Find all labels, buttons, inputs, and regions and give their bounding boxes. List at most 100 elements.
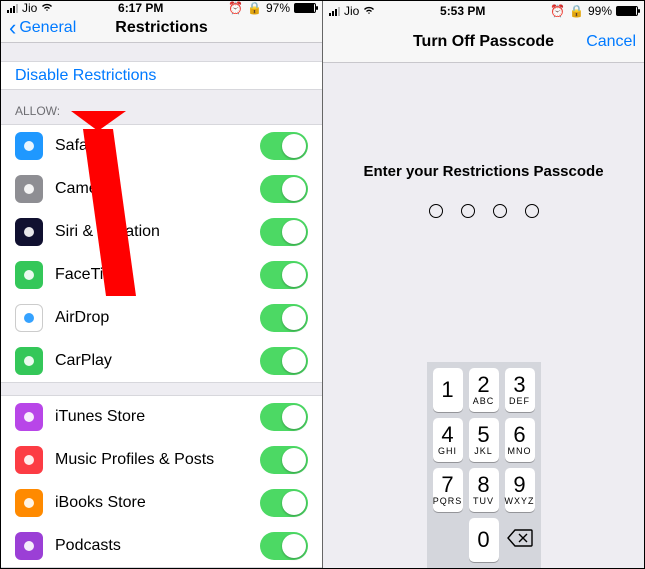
- key-number: 4: [441, 424, 453, 446]
- app-icon: [15, 175, 43, 203]
- app-label: Siri & Dictation: [55, 223, 160, 241]
- status-time: 6:17 PM: [53, 1, 228, 15]
- toggle-switch[interactable]: [260, 175, 308, 203]
- backspace-icon: [507, 529, 533, 551]
- key-letters: TUV: [473, 497, 494, 506]
- left-phone: Jio 6:17 PM ⏰ 🔒 97% ‹ General Restrictio…: [1, 1, 322, 568]
- nav-bar: ‹ General Restrictions: [1, 15, 322, 43]
- toggle-switch[interactable]: [260, 489, 308, 517]
- keypad-blank: [433, 518, 463, 562]
- keypad-key-5[interactable]: 5JKL: [469, 418, 499, 462]
- keypad-key-6[interactable]: 6MNO: [505, 418, 535, 462]
- carrier-label: Jio: [22, 1, 37, 15]
- passcode-area: Enter your Restrictions Passcode 12ABC3D…: [323, 63, 644, 568]
- status-bar: Jio 6:17 PM ⏰ 🔒 97%: [1, 1, 322, 15]
- battery-percent: 97%: [266, 1, 290, 15]
- key-number: 9: [513, 474, 525, 496]
- key-letters: JKL: [474, 447, 493, 456]
- keypad-key-4[interactable]: 4GHI: [433, 418, 463, 462]
- wifi-icon: [41, 2, 53, 15]
- passcode-dot: [525, 204, 539, 218]
- app-icon: [15, 261, 43, 289]
- app-icon: [15, 403, 43, 431]
- toggle-switch[interactable]: [260, 403, 308, 431]
- key-letters: WXYZ: [505, 497, 535, 506]
- list-item: iBooks Store: [1, 481, 322, 525]
- list-item: Siri & Dictation: [1, 210, 322, 254]
- allow-header: ALLOW:: [1, 90, 322, 124]
- key-number: 3: [513, 374, 525, 396]
- signal-icon: [7, 4, 18, 13]
- passcode-dot: [461, 204, 475, 218]
- signal-icon: [329, 7, 340, 16]
- allow-list: Safari Camera Siri & Dictation FaceTime AirD…: [1, 124, 322, 383]
- key-number: 6: [513, 424, 525, 446]
- key-letters: MNO: [508, 447, 532, 456]
- keypad-key-9[interactable]: 9WXYZ: [505, 468, 535, 512]
- orientation-lock-icon: 🔒: [569, 4, 584, 18]
- toggle-switch[interactable]: [260, 132, 308, 160]
- keypad-key-7[interactable]: 7PQRS: [433, 468, 463, 512]
- alarm-icon: ⏰: [228, 1, 243, 15]
- nav-bar: Turn Off Passcode Cancel: [323, 21, 644, 63]
- key-letters: PQRS: [433, 497, 463, 506]
- passcode-dot: [429, 204, 443, 218]
- app-label: Safari: [55, 137, 97, 155]
- back-label: General: [19, 19, 76, 37]
- key-number: 7: [441, 474, 453, 496]
- right-phone: Jio 5:53 PM ⏰ 🔒 99% Turn Off Passcode Ca…: [322, 1, 644, 568]
- battery-icon: [294, 3, 316, 13]
- keypad-key-3[interactable]: 3DEF: [505, 368, 535, 412]
- toggle-switch[interactable]: [260, 304, 308, 332]
- app-label: iTunes Store: [55, 408, 145, 426]
- list-item: Camera: [1, 167, 322, 211]
- status-bar: Jio 5:53 PM ⏰ 🔒 99%: [323, 1, 644, 21]
- app-label: Podcasts: [55, 537, 121, 555]
- app-label: Music Profiles & Posts: [55, 451, 214, 469]
- passcode-dot: [493, 204, 507, 218]
- stores-list: iTunes Store Music Profiles & Posts iBooks…: [1, 395, 322, 568]
- list-item: Safari: [1, 124, 322, 168]
- list-item: Podcasts: [1, 524, 322, 568]
- app-icon: [15, 532, 43, 560]
- keypad-key-1[interactable]: 1: [433, 368, 463, 412]
- keypad-key-2[interactable]: 2ABC: [469, 368, 499, 412]
- wifi-icon: [363, 5, 375, 18]
- numeric-keypad: 12ABC3DEF4GHI5JKL6MNO7PQRS8TUV9WXYZ0: [427, 362, 541, 568]
- app-icon: [15, 218, 43, 246]
- chevron-left-icon: ‹: [9, 17, 16, 39]
- app-icon: [15, 304, 43, 332]
- battery-icon: [616, 6, 638, 16]
- disable-restrictions-link[interactable]: Disable Restrictions: [1, 61, 322, 90]
- list-item: AirDrop: [1, 296, 322, 340]
- carrier-label: Jio: [344, 4, 359, 18]
- app-label: CarPlay: [55, 352, 112, 370]
- key-letters: ABC: [473, 397, 495, 406]
- passcode-prompt: Enter your Restrictions Passcode: [363, 163, 603, 180]
- key-number: 0: [477, 529, 489, 551]
- list-item: CarPlay: [1, 339, 322, 383]
- app-icon: [15, 446, 43, 474]
- key-number: 2: [477, 374, 489, 396]
- app-label: AirDrop: [55, 309, 109, 327]
- cancel-button[interactable]: Cancel: [586, 33, 636, 51]
- app-label: FaceTime: [55, 266, 126, 284]
- toggle-switch[interactable]: [260, 347, 308, 375]
- list-item: iTunes Store: [1, 395, 322, 439]
- app-icon: [15, 347, 43, 375]
- keypad-key-8[interactable]: 8TUV: [469, 468, 499, 512]
- toggle-switch[interactable]: [260, 446, 308, 474]
- passcode-dots: [429, 204, 539, 218]
- disable-restrictions-label: Disable Restrictions: [15, 67, 156, 85]
- status-time: 5:53 PM: [375, 4, 550, 18]
- toggle-switch[interactable]: [260, 218, 308, 246]
- keypad-delete[interactable]: [505, 518, 535, 562]
- key-number: 8: [477, 474, 489, 496]
- back-button[interactable]: ‹ General: [9, 17, 76, 39]
- toggle-switch[interactable]: [260, 532, 308, 560]
- list-item: Music Profiles & Posts: [1, 438, 322, 482]
- orientation-lock-icon: 🔒: [247, 1, 262, 15]
- toggle-switch[interactable]: [260, 261, 308, 289]
- keypad-key-0[interactable]: 0: [469, 518, 499, 562]
- app-label: iBooks Store: [55, 494, 146, 512]
